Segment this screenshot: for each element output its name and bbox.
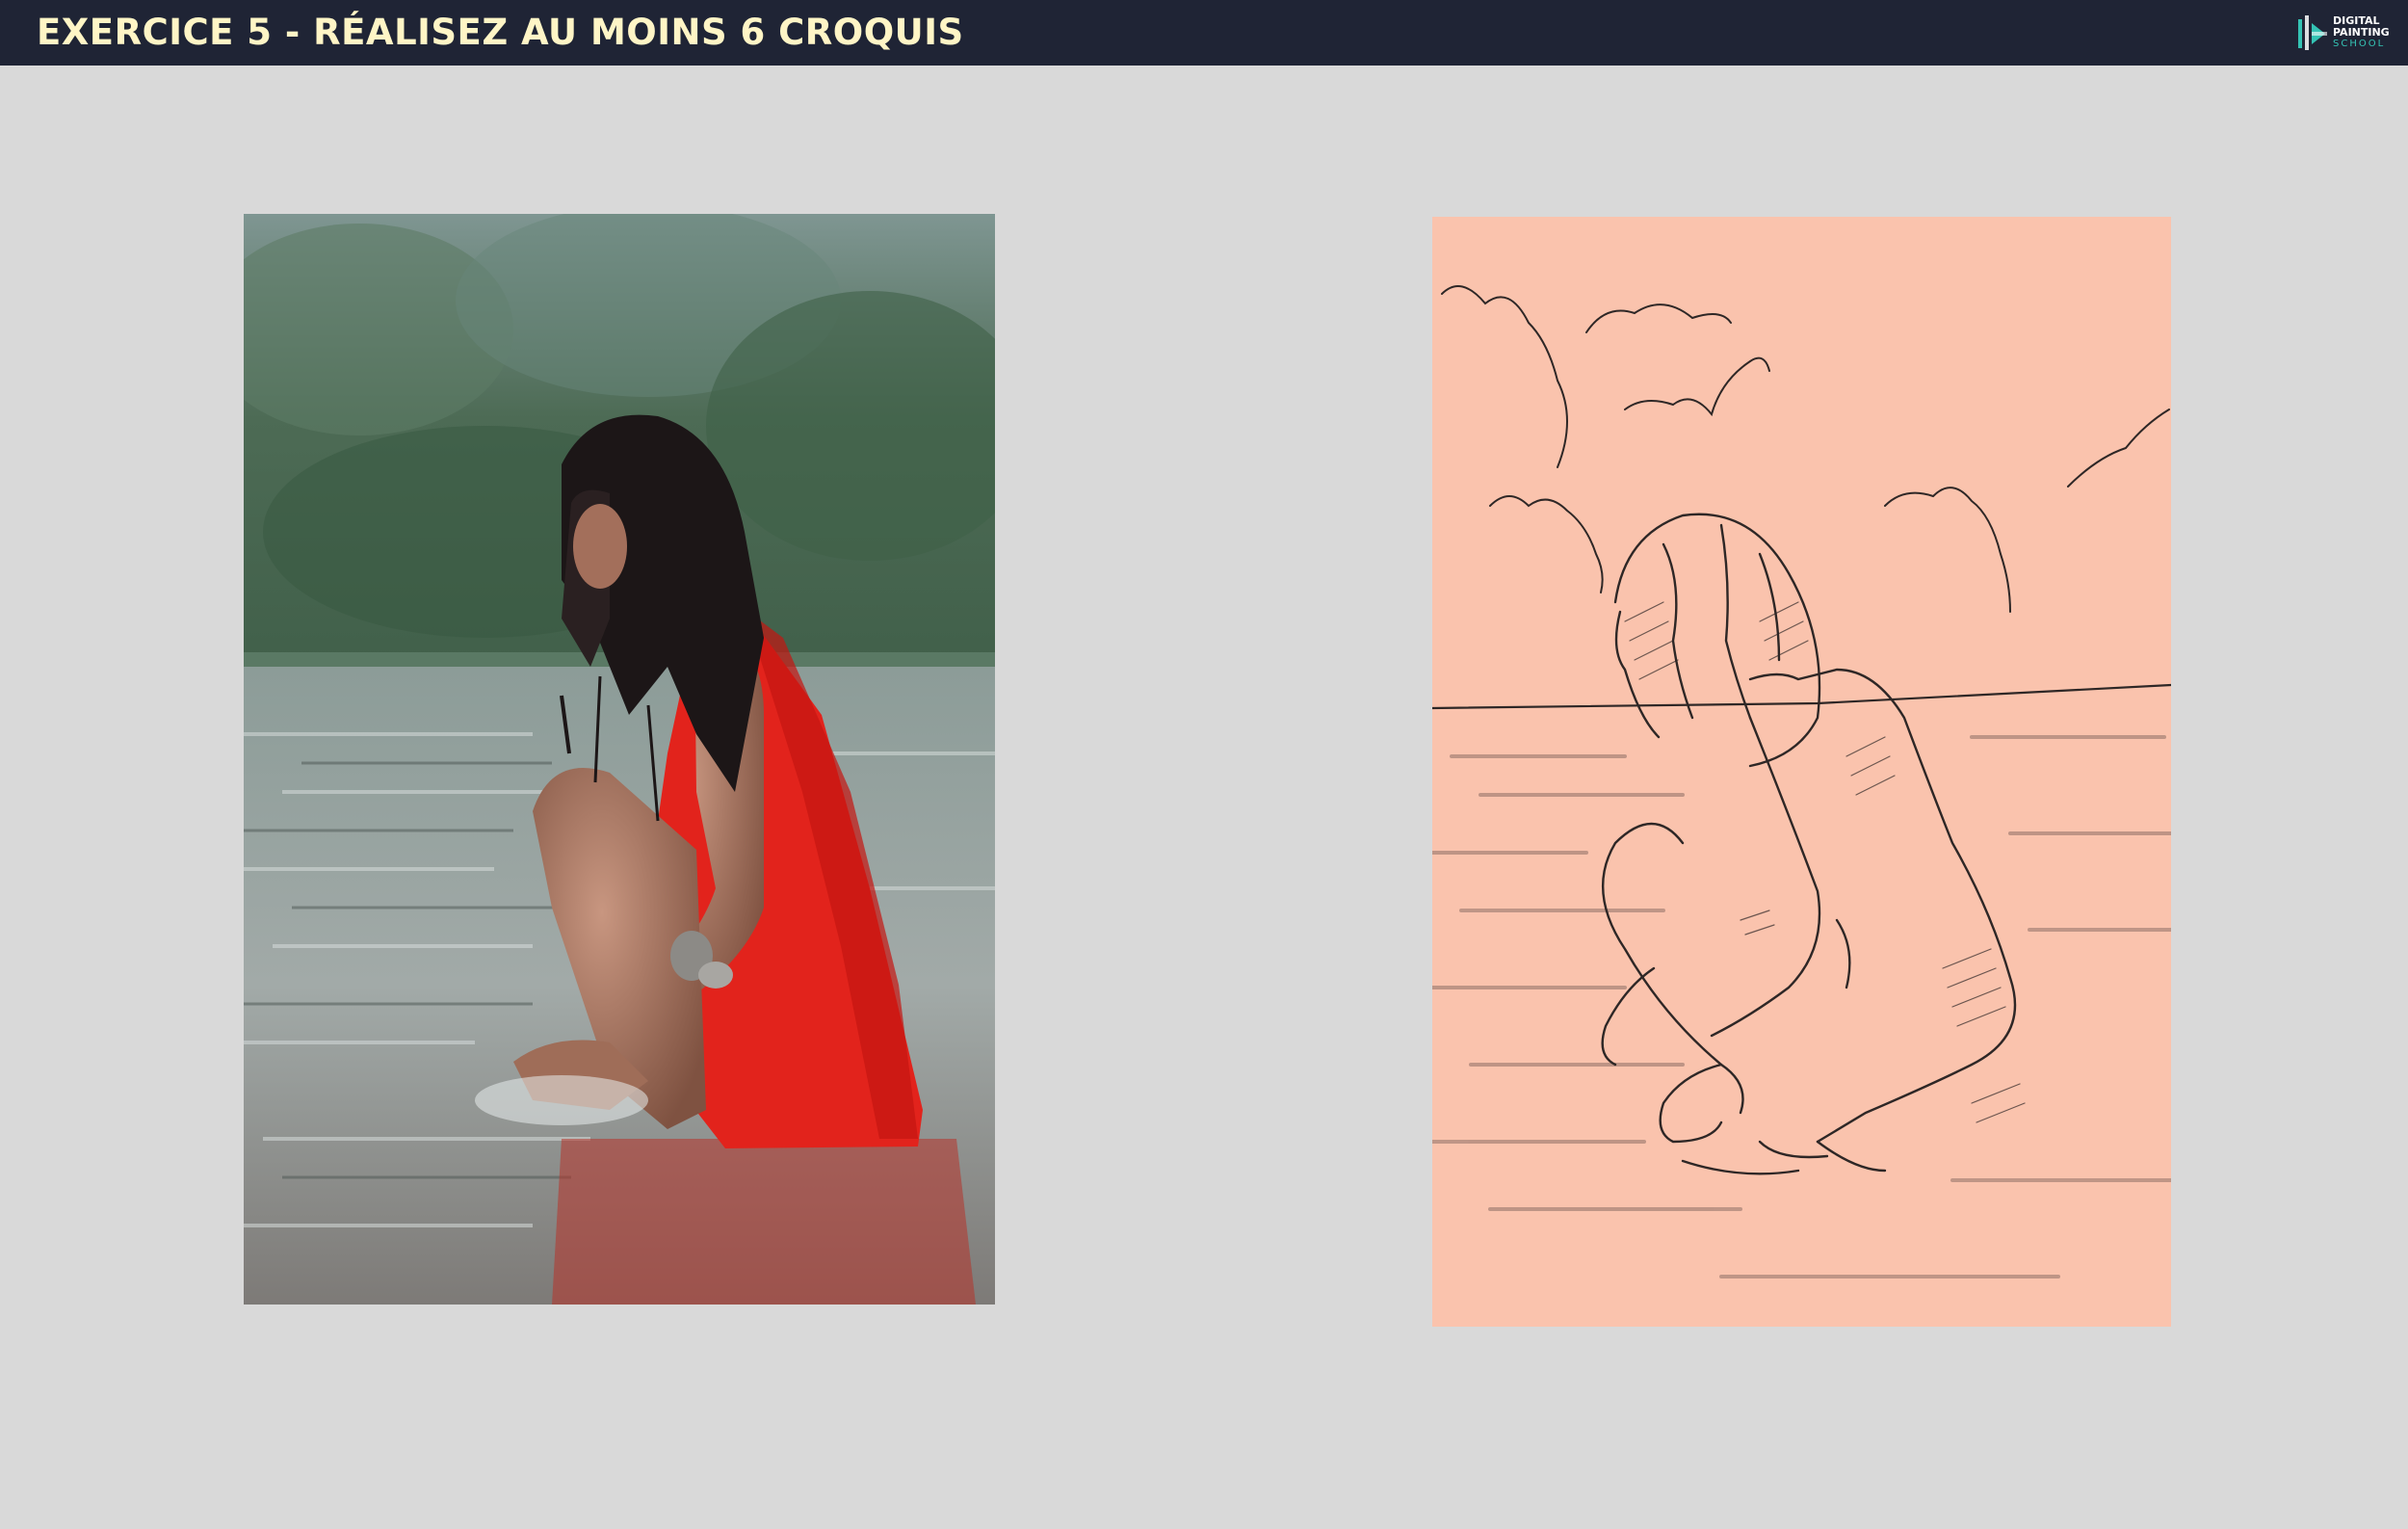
sketch-cloud-far-right	[2067, 409, 2170, 488]
sketch-cloud-left	[1441, 285, 1568, 468]
logo-line-painting: PAINTING	[2333, 26, 2390, 39]
sketch-canvas	[1432, 217, 2171, 1327]
page-title: EXERCICE 5 - RÉALISEZ AU MOINS 6 CROQUIS	[37, 12, 964, 53]
logo-text: DIGITAL PAINTING SCHOOL	[2333, 15, 2390, 50]
logo-line-school: SCHOOL	[2333, 39, 2386, 49]
reference-photo	[244, 214, 995, 1305]
digital-painting-school-logo-icon	[2298, 15, 2327, 50]
sketch-figure	[1601, 513, 2017, 1175]
sketch-cloud-right	[1884, 487, 2011, 613]
sketch-cloud-top	[1585, 303, 1732, 333]
header-bar: EXERCICE 5 - RÉALISEZ AU MOINS 6 CROQUIS…	[0, 0, 2408, 66]
sketch-horizon	[1432, 683, 2171, 710]
logo: DIGITAL PAINTING SCHOOL	[2296, 10, 2393, 58]
sketch-cloud-center	[1489, 495, 1604, 593]
sketch-cloud-mid	[1624, 356, 1770, 417]
